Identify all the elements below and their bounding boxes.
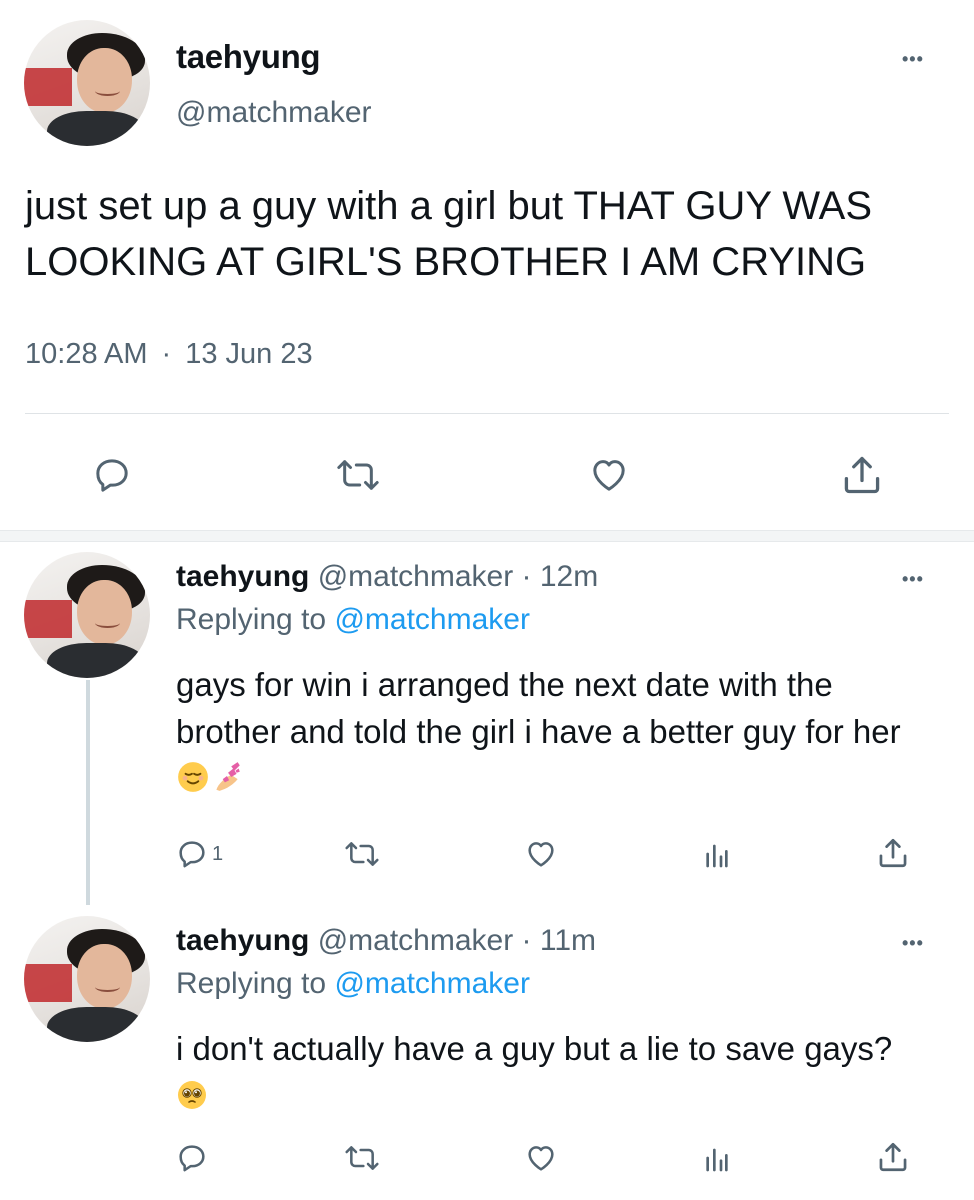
avatar[interactable] <box>24 20 150 146</box>
more-options-button[interactable]: ••• <box>902 570 924 588</box>
like-button[interactable] <box>524 1142 558 1174</box>
like-button[interactable] <box>524 838 558 870</box>
retweet-icon <box>345 842 379 866</box>
reply-text: gays for win i arranged the next date wi… <box>176 661 916 806</box>
replying-label: Replying to <box>176 603 327 636</box>
tweet-timestamp[interactable]: 10:28 AM · 13 Jun 23 <box>25 338 313 371</box>
user-handle[interactable]: @matchmaker <box>318 560 514 593</box>
tweet-date: 13 Jun 23 <box>185 338 313 370</box>
divider <box>25 413 949 414</box>
relieved-face-emoji <box>176 759 210 806</box>
replying-to-link[interactable]: @matchmaker <box>334 967 530 1000</box>
analytics-icon <box>706 1148 728 1172</box>
replying-to-link[interactable]: @matchmaker <box>334 603 530 636</box>
retweet-button[interactable] <box>344 1142 380 1174</box>
reply-text-body: i don't actually have a guy but a lie to… <box>176 1030 893 1067</box>
reply-header: taehyung @matchmaker · 11m <box>176 924 596 958</box>
reply-button[interactable]: 1 <box>176 838 223 870</box>
meta-separator: · <box>161 338 172 370</box>
reply-icon <box>179 841 205 868</box>
reply-time[interactable]: · 11m <box>522 924 596 957</box>
replying-to: Replying to @matchmaker <box>176 967 530 1001</box>
tweet-time: 10:28 AM <box>25 338 148 370</box>
avatar[interactable] <box>24 552 150 678</box>
like-button[interactable] <box>588 455 630 495</box>
more-options-button[interactable]: ••• <box>902 50 924 68</box>
section-separator <box>0 530 974 542</box>
share-button[interactable] <box>876 1140 910 1174</box>
reply-count: 1 <box>212 842 224 865</box>
like-icon <box>528 842 554 867</box>
avatar[interactable] <box>24 916 150 1042</box>
user-handle[interactable]: @matchmaker <box>176 96 372 130</box>
retweet-icon <box>345 1146 379 1170</box>
thread-line <box>86 680 90 905</box>
reply-time[interactable]: · 12m <box>522 560 599 593</box>
like-icon <box>528 1146 554 1171</box>
reply-button[interactable] <box>176 1142 208 1174</box>
share-button[interactable] <box>876 836 910 870</box>
display-name[interactable]: taehyung <box>176 38 321 76</box>
reply-text-body: gays for win i arranged the next date wi… <box>176 666 901 750</box>
reply-icon <box>179 1145 205 1172</box>
nail-polish-emoji <box>210 759 244 806</box>
reply-text: i don't actually have a guy but a lie to… <box>176 1025 936 1123</box>
tweet-text: just set up a guy with a girl but THAT G… <box>25 184 873 284</box>
replying-label: Replying to <box>176 967 327 1000</box>
views-button[interactable] <box>702 838 732 870</box>
more-options-button[interactable]: ••• <box>902 934 924 952</box>
retweet-icon <box>337 460 379 490</box>
display-name[interactable]: taehyung <box>176 924 309 957</box>
share-icon <box>844 456 880 494</box>
like-icon <box>593 460 625 491</box>
analytics-icon <box>706 844 728 868</box>
retweet-button[interactable] <box>336 455 380 495</box>
views-button[interactable] <box>702 1142 732 1174</box>
reply-icon <box>96 459 128 492</box>
retweet-button[interactable] <box>344 838 380 870</box>
share-button[interactable] <box>840 453 884 497</box>
display-name[interactable]: taehyung <box>176 560 309 593</box>
pleading-face-emoji <box>176 1076 208 1123</box>
share-icon <box>879 1142 907 1172</box>
share-icon <box>879 838 907 868</box>
user-handle[interactable]: @matchmaker <box>318 924 514 957</box>
reply-button[interactable] <box>92 455 132 495</box>
reply-header: taehyung @matchmaker · 12m <box>176 560 598 594</box>
replying-to: Replying to @matchmaker <box>176 603 530 637</box>
